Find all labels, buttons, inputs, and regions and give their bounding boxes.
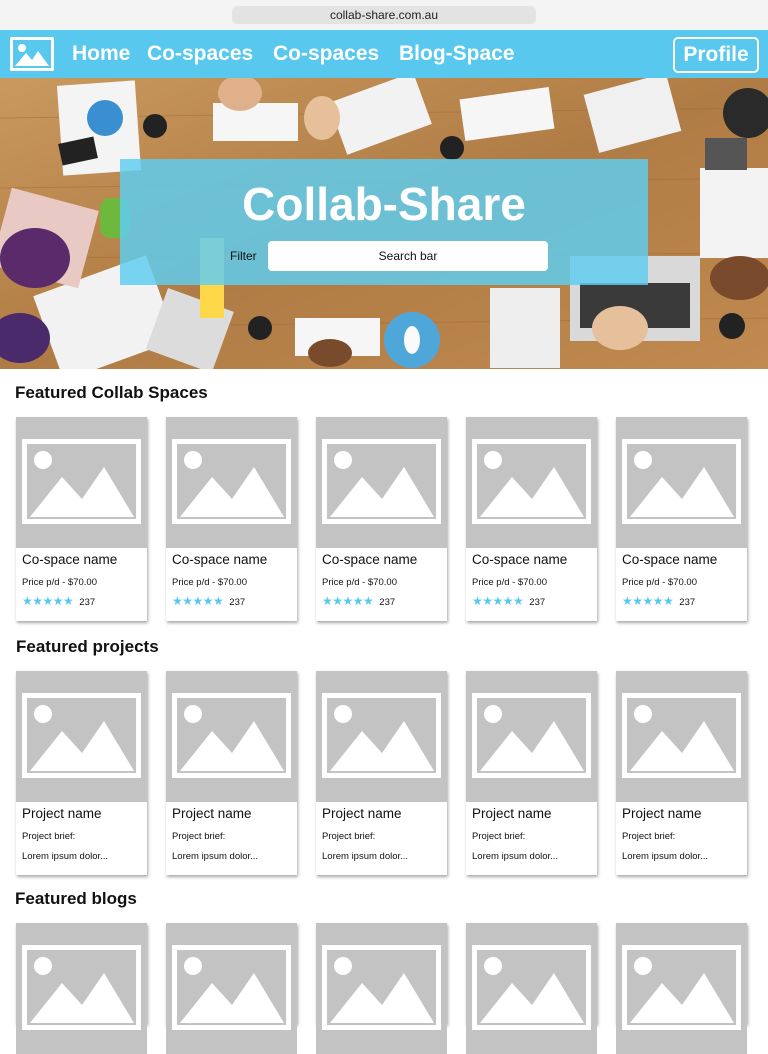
section-title-blogs: Featured blogs	[15, 889, 137, 908]
project-card[interactable]: Project name Project brief: Lorem ipsum do…	[466, 671, 597, 875]
review-count: 237	[379, 597, 396, 608]
co-space-price: Price p/d - $70.00	[472, 577, 547, 588]
image-placeholder-icon	[16, 671, 147, 802]
project-name: Project name	[22, 806, 102, 821]
image-placeholder-icon	[16, 417, 147, 548]
image-placeholder-icon	[616, 923, 747, 1054]
rating-row: ★★★★★ 237	[172, 594, 245, 608]
search-input[interactable]	[268, 241, 548, 271]
co-space-name: Co-space name	[622, 552, 718, 567]
project-brief-label: Project brief:	[622, 831, 676, 842]
project-name: Project name	[622, 806, 702, 821]
project-card[interactable]: Project name Project brief: Lorem ipsum do…	[316, 671, 447, 875]
co-space-card[interactable]: Co-space name Price p/d - $70.00 ★★★★★ 237	[466, 417, 597, 621]
filter-button[interactable]: Filter	[230, 249, 257, 263]
project-brief-text: Lorem ipsum dolor...	[22, 851, 109, 862]
project-brief-label: Project brief:	[322, 831, 376, 842]
star-rating-icon: ★★★★★	[472, 594, 524, 608]
blog-card[interactable]	[466, 923, 597, 1054]
co-space-price: Price p/d - $70.00	[322, 577, 397, 588]
blog-card[interactable]	[166, 923, 297, 1054]
url-field[interactable]: collab-share.com.au	[232, 6, 536, 24]
co-space-name: Co-space name	[22, 552, 118, 567]
image-placeholder-icon	[316, 923, 447, 1054]
project-brief-text: Lorem ipsum dolor...	[622, 851, 709, 862]
rating-row: ★★★★★ 237	[622, 594, 695, 608]
image-placeholder-icon	[16, 923, 147, 1054]
co-space-price: Price p/d - $70.00	[22, 577, 97, 588]
image-placeholder-icon	[466, 417, 597, 548]
star-rating-icon: ★★★★★	[322, 594, 374, 608]
nav-blog-space[interactable]: Blog-Space	[399, 42, 515, 66]
project-brief-text: Lorem ipsum dolor...	[472, 851, 559, 862]
image-placeholder-icon	[616, 417, 747, 548]
profile-button[interactable]: Profile	[673, 37, 759, 73]
image-placeholder-icon	[466, 923, 597, 1054]
review-count: 237	[79, 597, 96, 608]
star-rating-icon: ★★★★★	[22, 594, 74, 608]
project-card[interactable]: Project name Project brief: Lorem ipsum do…	[166, 671, 297, 875]
hero-banner: Collab-Share Filter	[0, 78, 768, 369]
rating-row: ★★★★★ 237	[22, 594, 95, 608]
co-space-card[interactable]: Co-space name Price p/d - $70.00 ★★★★★ 237	[166, 417, 297, 621]
image-placeholder-icon	[166, 671, 297, 802]
co-space-name: Co-space name	[322, 552, 418, 567]
blog-card[interactable]	[616, 923, 747, 1054]
co-space-name: Co-space name	[172, 552, 268, 567]
review-count: 237	[529, 597, 546, 608]
co-space-card[interactable]: Co-space name Price p/d - $70.00 ★★★★★ 237	[616, 417, 747, 621]
image-placeholder-icon	[616, 671, 747, 802]
project-brief-label: Project brief:	[472, 831, 526, 842]
co-space-name: Co-space name	[472, 552, 568, 567]
project-card[interactable]: Project name Project brief: Lorem ipsum do…	[616, 671, 747, 875]
hero-search-panel: Collab-Share Filter	[120, 159, 648, 285]
project-brief-label: Project brief:	[22, 831, 76, 842]
blog-card[interactable]	[316, 923, 447, 1054]
co-space-price: Price p/d - $70.00	[622, 577, 697, 588]
image-placeholder-icon	[316, 417, 447, 548]
blog-card[interactable]	[16, 923, 147, 1054]
project-name: Project name	[172, 806, 252, 821]
project-name: Project name	[472, 806, 552, 821]
project-brief-text: Lorem ipsum dolor...	[322, 851, 409, 862]
review-count: 237	[229, 597, 246, 608]
project-card[interactable]: Project name Project brief: Lorem ipsum do…	[16, 671, 147, 875]
image-placeholder-icon	[166, 923, 297, 1054]
star-rating-icon: ★★★★★	[172, 594, 224, 608]
project-brief-text: Lorem ipsum dolor...	[172, 851, 259, 862]
nav-co-spaces-2[interactable]: Co-spaces	[273, 42, 379, 66]
project-brief-label: Project brief:	[172, 831, 226, 842]
top-nav: Home Co-spaces Co-spaces Blog-Space Prof…	[0, 30, 768, 78]
section-title-projects: Featured projects	[16, 637, 159, 656]
image-placeholder-icon	[166, 417, 297, 548]
rating-row: ★★★★★ 237	[322, 594, 395, 608]
review-count: 237	[679, 597, 696, 608]
section-title-collab-spaces: Featured Collab Spaces	[15, 383, 208, 402]
image-placeholder-icon	[466, 671, 597, 802]
star-rating-icon: ★★★★★	[622, 594, 674, 608]
co-space-card[interactable]: Co-space name Price p/d - $70.00 ★★★★★ 237	[316, 417, 447, 621]
co-space-card[interactable]: Co-space name Price p/d - $70.00 ★★★★★ 237	[16, 417, 147, 621]
browser-url-bar: collab-share.com.au	[0, 0, 768, 30]
rating-row: ★★★★★ 237	[472, 594, 545, 608]
nav-co-spaces[interactable]: Co-spaces	[147, 42, 253, 66]
nav-home[interactable]: Home	[72, 42, 130, 66]
logo-image-icon[interactable]	[10, 37, 54, 71]
co-space-price: Price p/d - $70.00	[172, 577, 247, 588]
image-placeholder-icon	[316, 671, 447, 802]
hero-title: Collab-Share	[242, 178, 526, 230]
project-name: Project name	[322, 806, 402, 821]
